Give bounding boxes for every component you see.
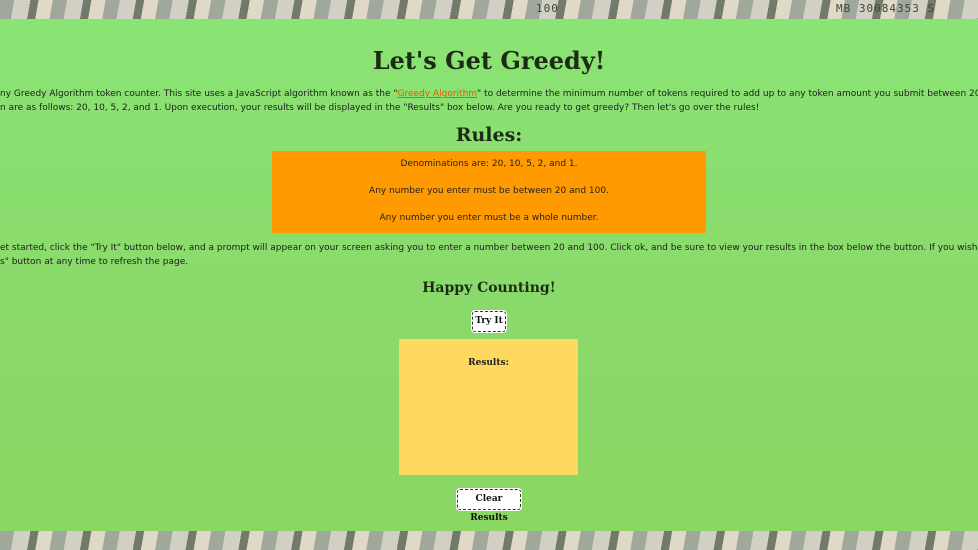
page-title: Let's Get Greedy!: [372, 46, 606, 75]
results-box: Results:: [399, 339, 578, 475]
intro-text-before-link: ny Greedy Algorithm token counter. This …: [0, 89, 398, 99]
bill-serial-text: MB 30084353 S: [836, 2, 936, 15]
try-it-button[interactable]: Try It: [472, 311, 506, 332]
intro-paragraph-line1: ny Greedy Algorithm token counter. This …: [0, 89, 978, 99]
rules-box: Denominations are: 20, 10, 5, 2, and 1. …: [272, 151, 706, 233]
bill-value-text: 100: [536, 2, 559, 15]
rules-heading: Rules:: [455, 124, 523, 146]
clear-results-button[interactable]: Clear Results: [457, 489, 521, 523]
results-label: Results:: [468, 358, 509, 368]
greedy-algorithm-link[interactable]: Greedy Algorithm: [398, 89, 478, 99]
instructions-line1: et started, click the "Try It" button be…: [0, 243, 978, 253]
money-background-bottom: [0, 531, 978, 550]
rule-item: Any number you enter must be a whole num…: [379, 213, 599, 223]
intro-paragraph-line2: n are as follows: 20, 10, 5, 2, and 1. U…: [0, 103, 760, 113]
main-card: Let's Get Greedy! ny Greedy Algorithm to…: [0, 19, 978, 531]
instructions-line2: s" button at any time to refresh the pag…: [0, 257, 189, 267]
rule-item: Any number you enter must be between 20 …: [369, 186, 609, 196]
rule-item: Denominations are: 20, 10, 5, 2, and 1.: [400, 159, 578, 169]
intro-text-after-link: " to determine the minimum number of tok…: [477, 89, 978, 99]
happy-counting-heading: Happy Counting!: [422, 280, 556, 296]
money-background-top: 100 MB 30084353 S: [0, 0, 978, 19]
